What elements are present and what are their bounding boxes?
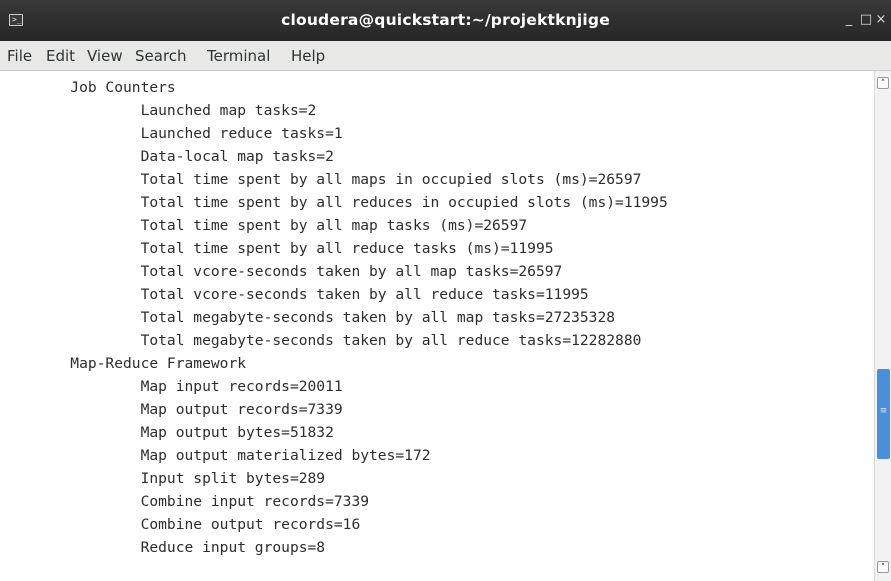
terminal-line: Total time spent by all map tasks (ms)=2…	[0, 217, 528, 234]
terminal-line: Combine output records=16	[0, 516, 361, 533]
terminal-line: Map-Reduce Framework	[0, 355, 247, 372]
terminal-line: Input split bytes=289	[0, 470, 326, 487]
menu-file[interactable]: File	[7, 41, 32, 70]
terminal-line: Total vcore-seconds taken by all reduce …	[0, 286, 589, 303]
menu-terminal[interactable]: Terminal	[207, 41, 270, 70]
terminal-line: Total time spent by all reduces in occup…	[0, 194, 668, 211]
terminal-line: Combine input records=7339	[0, 493, 370, 510]
close-icon[interactable]: ×	[873, 12, 889, 28]
terminal-line: Total vcore-seconds taken by all map tas…	[0, 263, 563, 280]
vertical-scrollbar[interactable]: ˄ ≡ ˅	[874, 71, 891, 581]
scroll-up-icon[interactable]: ˄	[877, 77, 889, 89]
menu-search[interactable]: Search	[135, 41, 187, 70]
scrollbar-thumb[interactable]: ≡	[877, 369, 890, 459]
terminal-line: Data-local map tasks=2	[0, 148, 334, 165]
terminal-line: Map output materialized bytes=172	[0, 447, 431, 464]
terminal-line: Map input records=20011	[0, 378, 343, 395]
terminal-line: Total megabyte-seconds taken by all redu…	[0, 332, 642, 349]
terminal-line: Reduce input groups=8	[0, 539, 326, 556]
window-title: cloudera@quickstart:~/projektknjige	[281, 11, 610, 29]
terminal-output[interactable]: Job Counters Launched map tasks=2 Launch…	[0, 71, 874, 581]
title-bar[interactable]: >_ cloudera@quickstart:~/projektknjige _…	[0, 0, 891, 41]
menu-help[interactable]: Help	[291, 41, 325, 70]
maximize-icon[interactable]: □	[858, 12, 874, 28]
grip-icon: ≡	[879, 406, 888, 416]
terminal-line: Total time spent by all reduce tasks (ms…	[0, 240, 554, 257]
terminal-line: Map output records=7339	[0, 401, 343, 418]
terminal-line: Map output bytes=51832	[0, 424, 334, 441]
terminal-line: Job Counters	[0, 79, 185, 96]
menu-view[interactable]: View	[87, 41, 123, 70]
minimize-icon[interactable]: _	[841, 12, 857, 28]
scroll-down-icon[interactable]: ˅	[877, 561, 889, 573]
menu-edit[interactable]: Edit	[46, 41, 75, 70]
terminal-line: Launched reduce tasks=1	[0, 125, 343, 142]
terminal-line: Total megabyte-seconds taken by all map …	[0, 309, 616, 326]
menu-bar: File Edit View Search Terminal Help	[0, 41, 891, 71]
terminal-line: Total time spent by all maps in occupied…	[0, 171, 642, 188]
terminal-window: >_ cloudera@quickstart:~/projektknjige _…	[0, 0, 891, 581]
terminal-line: Launched map tasks=2	[0, 102, 317, 119]
